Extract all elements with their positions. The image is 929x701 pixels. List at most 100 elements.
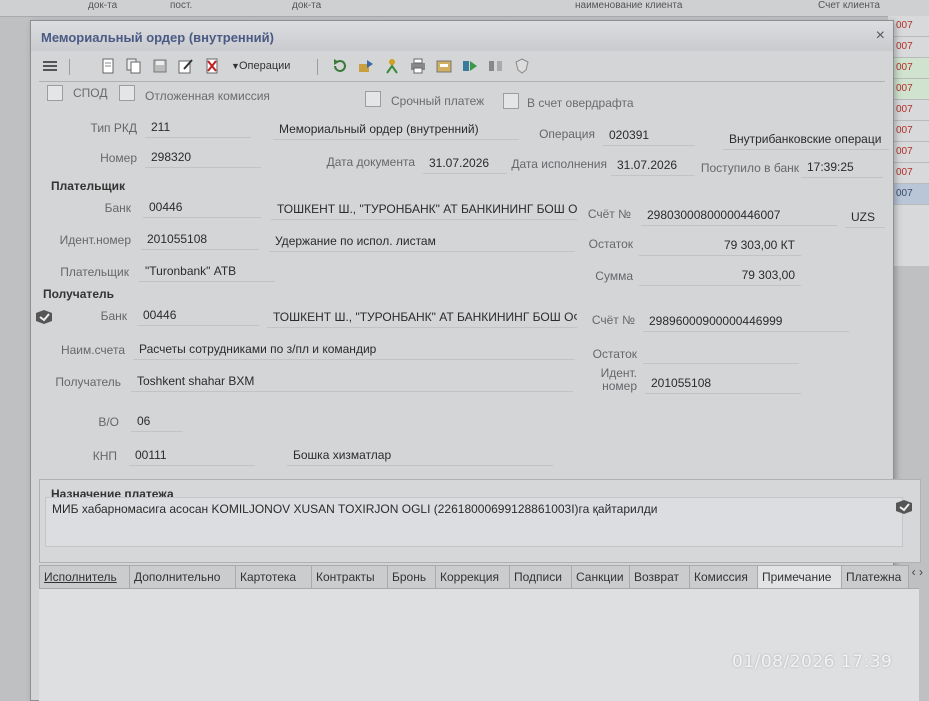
operation-name-field[interactable]: Внутрибанковские операци: [723, 129, 889, 150]
rkd-name-field[interactable]: Мемориальный ордер (внутренний): [273, 119, 519, 140]
purpose-lookup-icon[interactable]: [895, 499, 913, 518]
rkd-type-label: Тип РКД: [90, 121, 137, 135]
receiver-bank-label: Банк: [100, 309, 127, 323]
tab-payment[interactable]: Платежна: [841, 565, 909, 589]
rkd-type-field[interactable]: 211: [145, 117, 251, 138]
doc-date-field[interactable]: 31.07.2026: [423, 153, 507, 174]
payer-bank-label: Банк: [104, 201, 131, 215]
bg-cell[interactable]: 007: [888, 121, 929, 142]
payer-bank-code-field[interactable]: 00446: [143, 197, 261, 218]
dialog-titlebar: Мемориальный ордер (внутренний) ×: [31, 21, 893, 51]
overdraft-checkbox[interactable]: [503, 93, 519, 109]
received-time-field[interactable]: 17:39:25: [801, 157, 883, 178]
deferred-commission-checkbox[interactable]: [119, 85, 135, 101]
payer-name-label: Плательщик: [60, 265, 129, 279]
shield-icon[interactable]: [513, 57, 531, 75]
receiver-id-field[interactable]: 201055108: [645, 373, 801, 394]
bg-cell[interactable]: 007: [888, 163, 929, 184]
refresh-icon[interactable]: [331, 57, 349, 75]
print-icon[interactable]: [409, 57, 427, 75]
operations-menu[interactable]: Операции: [239, 60, 290, 72]
urgent-payment-checkbox[interactable]: [365, 91, 381, 107]
tab-additional[interactable]: Дополнительно: [129, 565, 237, 589]
tab-sanctions[interactable]: Санкции: [571, 565, 631, 589]
tab-signatures[interactable]: Подписи: [509, 565, 573, 589]
receiver-id-label: Идент. номер: [600, 366, 637, 393]
receiver-name-label: Получатель: [55, 375, 121, 389]
tab-correction[interactable]: Коррекция: [435, 565, 511, 589]
tab-executor[interactable]: Исполнитель: [39, 565, 131, 589]
receiver-acc-name-field[interactable]: Расчеты сотрудниками по з/пл и командир: [133, 339, 575, 360]
deferred-commission-label: Отложенная комиссия: [145, 89, 270, 103]
payer-amount-field[interactable]: 79 303,00: [639, 265, 801, 286]
payer-currency-field[interactable]: UZS: [845, 207, 885, 228]
bg-header-doc: док-та: [88, 0, 118, 11]
receiver-bank-code-field[interactable]: 00446: [137, 305, 259, 326]
purpose-text-field[interactable]: МИБ хабарномасига асосан KOMILJONOV XUSA…: [45, 497, 903, 547]
knp-name-field[interactable]: Бошка хизматлар: [287, 445, 553, 466]
spod-label: СПОД: [73, 86, 108, 100]
bg-cell[interactable]: 007: [888, 142, 929, 163]
operation-code-field[interactable]: 020391: [603, 125, 695, 146]
bg-cell[interactable]: 007: [888, 184, 929, 205]
tab-panel: [39, 588, 919, 701]
edit-icon[interactable]: [177, 57, 195, 75]
menu-icon[interactable]: [41, 57, 59, 75]
user-icon[interactable]: [383, 57, 401, 75]
background-grid-header: док-та пост. док-та наименование клиента…: [0, 0, 929, 17]
payer-amount-label: Сумма: [595, 269, 633, 283]
bg-cell[interactable]: 007: [888, 100, 929, 121]
tab-return[interactable]: Возврат: [629, 565, 691, 589]
knp-label: КНП: [92, 449, 117, 463]
close-button[interactable]: ×: [876, 27, 885, 45]
number-field[interactable]: 298320: [145, 147, 261, 168]
new-document-icon[interactable]: [99, 57, 117, 75]
send-icon[interactable]: [357, 57, 375, 75]
payer-bank-name-field[interactable]: ТОШКЕНТ Ш., "ТУРОНБАНК" АТ БАНКИНИНГ БОШ…: [271, 199, 577, 220]
knp-field[interactable]: 00111: [129, 445, 255, 466]
payer-account-label: Счёт №: [587, 207, 631, 221]
archive-icon[interactable]: [435, 57, 453, 75]
bg-header-doc2: док-та: [292, 0, 322, 11]
payer-purpose-note-field[interactable]: Удержание по испол. листам: [269, 231, 575, 252]
receiver-name-field[interactable]: Toshkent shahar BXM: [131, 371, 573, 392]
bg-cell[interactable]: 007: [888, 37, 929, 58]
photo-timestamp: 01/08/2026 17:39: [732, 652, 893, 672]
tab-commission[interactable]: Комиссия: [689, 565, 759, 589]
exec-date-field[interactable]: 31.07.2026: [611, 155, 695, 176]
receiver-acc-name-label: Наим.счета: [60, 343, 125, 357]
urgent-payment-label: Срочный платеж: [391, 94, 485, 108]
payer-name-field[interactable]: "Turonbank" АТВ: [139, 261, 275, 282]
receiver-account-label: Счёт №: [591, 313, 635, 327]
forward-icon[interactable]: [461, 57, 479, 75]
tab-contracts[interactable]: Контракты: [311, 565, 389, 589]
copy-document-icon[interactable]: [125, 57, 143, 75]
receiver-account-field[interactable]: 29896000900000446999: [643, 311, 849, 332]
overdraft-label: В счет овердрафта: [527, 96, 634, 110]
tab-note[interactable]: Примечание: [757, 565, 843, 589]
bg-header-account: Счет клиента: [818, 0, 880, 11]
receiver-bank-name-field[interactable]: ТОШКЕНТ Ш., "ТУРОНБАНК" АТ БАНКИНИНГ БОШ…: [267, 307, 577, 328]
tab-card-index[interactable]: Картотека: [235, 565, 313, 589]
payer-account-field[interactable]: 29803000800000446007: [641, 205, 837, 226]
memorial-order-dialog: Мемориальный ордер (внутренний) × ▼ Опер…: [30, 20, 923, 701]
dialog-title: Мемориальный ордер (внутренний): [41, 30, 274, 45]
bg-cell[interactable]: 007: [888, 79, 929, 100]
vo-field[interactable]: 06: [131, 411, 183, 432]
bg-cell[interactable]: 007: [888, 58, 929, 79]
delete-icon[interactable]: [203, 57, 221, 75]
tab-reservation[interactable]: Бронь: [387, 565, 437, 589]
payer-section-title: Плательщик: [51, 179, 125, 193]
number-label: Номер: [100, 151, 137, 165]
bank-select-icon[interactable]: [35, 309, 53, 328]
bg-cell[interactable]: 007: [888, 16, 929, 37]
split-icon[interactable]: [487, 57, 505, 75]
save-icon[interactable]: [151, 57, 169, 75]
exec-date-label: Дата исполнения: [511, 157, 607, 171]
receiver-balance-field[interactable]: [643, 343, 799, 364]
doc-date-label: Дата документа: [326, 155, 415, 169]
spod-checkbox[interactable]: [47, 85, 63, 101]
payer-balance-field[interactable]: 79 303,00 КТ: [639, 235, 801, 256]
payer-id-field[interactable]: 201055108: [141, 229, 259, 250]
tab-scroll-arrows[interactable]: ‹ ›: [912, 565, 923, 579]
